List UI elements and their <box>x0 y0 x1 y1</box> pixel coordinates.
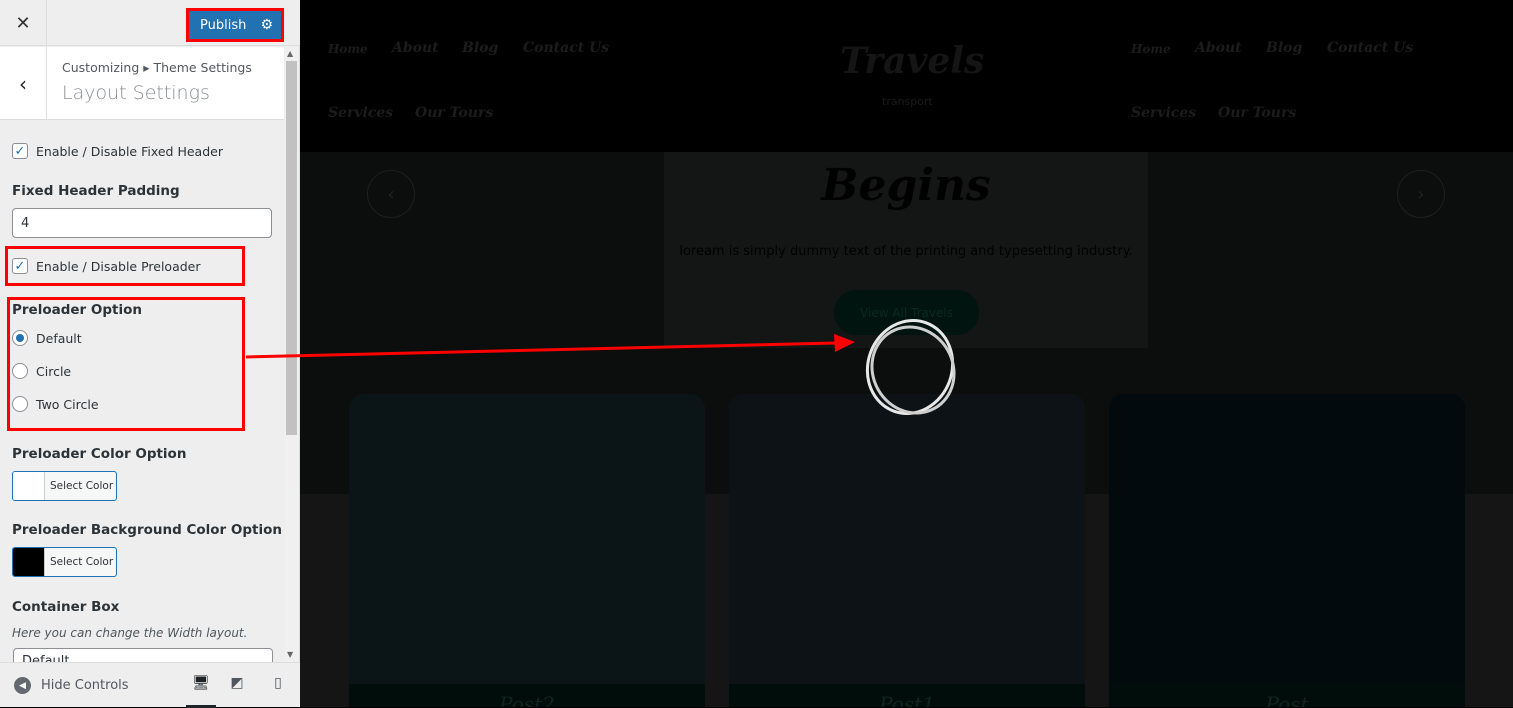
preloader-checkbox[interactable]: ✓ <box>12 258 28 274</box>
scroll-down-icon[interactable]: ▼ <box>287 650 293 659</box>
preloader-color-label: Preloader Color Option <box>12 446 187 462</box>
radio-default[interactable]: Default <box>12 330 82 346</box>
nav-services[interactable]: Services <box>1131 105 1196 121</box>
container-box-description: Here you can change the Width layout. <box>12 626 248 640</box>
slider-next-button[interactable]: › <box>1397 170 1445 218</box>
mobile-preview-button[interactable]: ▯ <box>268 675 288 695</box>
tablet-icon: ◩ <box>230 675 244 691</box>
slider-prev-button[interactable]: ‹ <box>367 170 415 218</box>
breadcrumb: Customizing ▸ Theme Settings <box>62 60 252 75</box>
publish-annotation-box: Publish ⚙ <box>186 8 284 42</box>
preloader-label: Enable / Disable Preloader <box>36 258 201 274</box>
hero-text: loream is simply dummy text of the print… <box>679 244 1133 259</box>
fixed-header-padding-label: Fixed Header Padding <box>12 183 180 199</box>
customizer-header: ✕ Publish ⚙ <box>0 0 300 46</box>
scrollbar[interactable]: ▲ ▼ <box>285 47 298 662</box>
chevron-left-icon: ‹ <box>19 71 27 96</box>
fixed-header-checkbox[interactable]: ✓ <box>12 143 28 159</box>
customizer-sidebar: ✕ Publish ⚙ ‹ Customizing ▸ Theme Settin… <box>0 0 300 708</box>
back-button[interactable]: ‹ <box>0 47 47 120</box>
radio-two-circle[interactable]: Two Circle <box>12 396 99 412</box>
post-card[interactable]: Post2 <box>349 394 705 707</box>
tablet-preview-button[interactable]: ◩ <box>227 675 247 695</box>
fixed-header-checkbox-row[interactable]: ✓ Enable / Disable Fixed Header <box>12 143 223 159</box>
scrollbar-thumb[interactable] <box>286 61 297 435</box>
preloader-option-label: Preloader Option <box>12 302 143 318</box>
nav-home[interactable]: Home <box>328 42 368 56</box>
nav-blog[interactable]: Blog <box>462 40 498 56</box>
nav-about[interactable]: About <box>1195 40 1242 56</box>
site-header: Home About Blog Contact Us Services Our … <box>300 0 1513 152</box>
preloader-bg-color-label: Preloader Background Color Option <box>12 522 283 538</box>
nav-tours[interactable]: Our Tours <box>1218 105 1296 121</box>
scroll-up-icon[interactable]: ▲ <box>287 49 293 58</box>
desktop-preview-button[interactable]: 🖥 <box>186 675 216 708</box>
radio-button[interactable] <box>12 363 28 379</box>
fixed-header-padding-input[interactable]: 4 <box>12 208 272 238</box>
radio-label: Default <box>36 330 82 346</box>
radio-label: Two Circle <box>36 396 99 412</box>
nav-services[interactable]: Services <box>328 105 393 121</box>
select-color-label: Select Color <box>50 556 114 568</box>
nav-tours[interactable]: Our Tours <box>415 105 493 121</box>
nav-home[interactable]: Home <box>1131 42 1171 56</box>
publish-label: Publish <box>200 17 247 33</box>
hero-title: Begins <box>821 160 991 211</box>
post-title[interactable]: Post <box>1109 684 1465 707</box>
collapse-icon: ◀ <box>14 677 31 694</box>
close-button[interactable]: ✕ <box>0 0 47 46</box>
customizer-footer: ◀ Hide Controls 🖥 ◩ ▯ <box>0 662 300 708</box>
radio-label: Circle <box>36 363 72 379</box>
nav-blog[interactable]: Blog <box>1266 40 1302 56</box>
mobile-icon: ▯ <box>274 675 282 691</box>
color-swatch <box>13 472 45 500</box>
color-swatch <box>13 548 45 576</box>
select-color-label: Select Color <box>50 480 114 492</box>
fixed-header-label: Enable / Disable Fixed Header <box>36 143 223 159</box>
post-card[interactable]: Post <box>1109 394 1465 707</box>
post-title[interactable]: Post1 <box>729 684 1085 707</box>
site-preview: Home About Blog Contact Us Services Our … <box>300 0 1513 707</box>
close-icon: ✕ <box>15 12 31 34</box>
radio-circle[interactable]: Circle <box>12 363 71 379</box>
preloader-spinner <box>865 319 956 415</box>
radio-button[interactable] <box>12 330 28 346</box>
post-title[interactable]: Post2 <box>349 684 705 707</box>
preloader-color-button[interactable]: Select Color <box>12 471 117 501</box>
post-card[interactable]: Post1 <box>729 394 1085 707</box>
hide-controls-button[interactable]: ◀ Hide Controls <box>14 677 129 694</box>
site-tagline: transport <box>882 95 933 108</box>
preloader-checkbox-row[interactable]: ✓ Enable / Disable Preloader <box>12 258 201 274</box>
nav-about[interactable]: About <box>392 40 439 56</box>
radio-button[interactable] <box>12 396 28 412</box>
section-title: Layout Settings <box>62 82 210 104</box>
chevron-right-icon: › <box>1417 183 1425 205</box>
preloader-bg-color-button[interactable]: Select Color <box>12 547 117 577</box>
chevron-left-icon: ‹ <box>387 183 395 205</box>
container-box-label: Container Box <box>12 599 120 615</box>
site-title[interactable]: Travels <box>840 40 984 82</box>
hide-controls-label: Hide Controls <box>41 678 129 693</box>
nav-contact[interactable]: Contact Us <box>1327 40 1413 56</box>
section-header: ‹ Customizing ▸ Theme Settings Layout Se… <box>0 47 284 120</box>
gear-icon[interactable]: ⚙ <box>260 17 273 33</box>
desktop-icon: 🖥 <box>192 675 210 691</box>
nav-contact[interactable]: Contact Us <box>523 40 609 56</box>
